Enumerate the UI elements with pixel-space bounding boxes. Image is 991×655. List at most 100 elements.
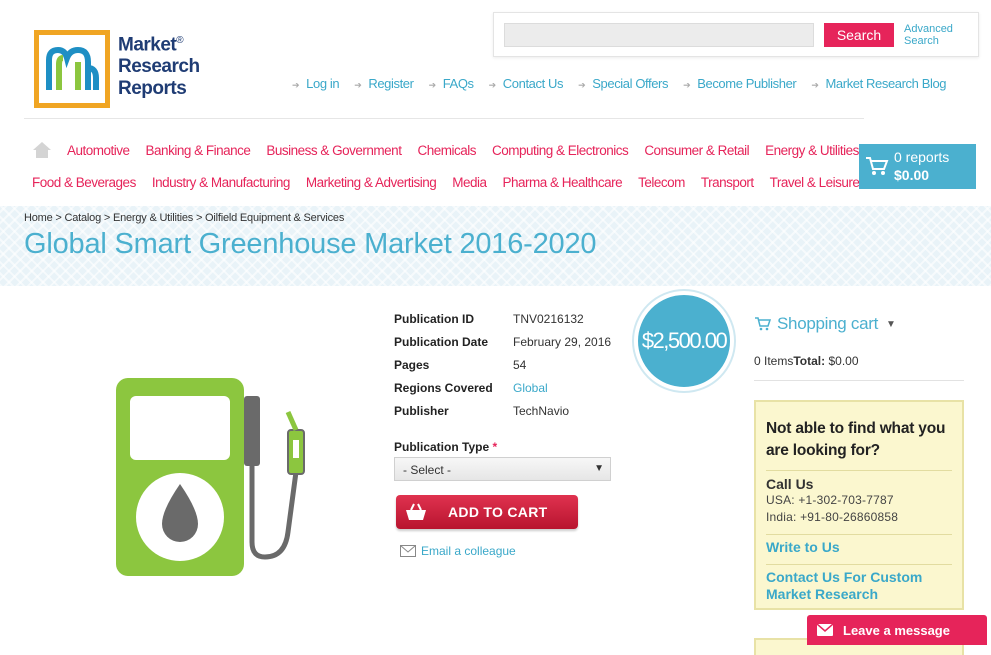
top-links: ➔ Log in ➔ Register ➔ FAQs ➔ Contact Us ➔ Spe… — [292, 76, 961, 91]
cart-total-value: $0.00 — [828, 354, 859, 368]
add-to-cart-button[interactable]: ADD TO CART — [396, 495, 578, 529]
help-question: Not able to find what you are looking fo… — [766, 420, 946, 459]
detail-value: TechNavio — [513, 404, 570, 418]
write-to-us-link[interactable]: Write to Us — [766, 539, 952, 556]
arrow-icon: ➔ — [488, 80, 497, 90]
top-link-label: Log in — [306, 76, 340, 91]
help-divider — [766, 470, 952, 471]
category-marketing-advertising[interactable]: Marketing & Advertising — [306, 175, 437, 190]
help-divider — [766, 564, 952, 565]
detail-label: Pages — [394, 358, 430, 372]
required-mark: * — [492, 440, 498, 454]
detail-row-publisher: Publisher TechNavio — [394, 404, 611, 427]
detail-value: TNV0216132 — [513, 312, 584, 326]
cart-items-count: 0 Items — [754, 354, 794, 368]
category-transport[interactable]: Transport — [701, 175, 754, 190]
top-link-blog[interactable]: ➔ Market Research Blog — [811, 76, 946, 91]
category-travel-leisure[interactable]: Travel & Leisure — [770, 175, 860, 190]
publication-type-select[interactable]: - Select - ▼ — [394, 457, 611, 481]
fuel-pump-icon — [110, 372, 325, 582]
publication-type-text: Publication Type — [394, 440, 490, 454]
home-icon[interactable] — [32, 141, 52, 159]
custom-research-link[interactable]: Contact Us For Custom Market Research — [766, 569, 952, 603]
detail-label: Publication ID — [394, 312, 475, 326]
top-link-label: Special Offers — [592, 76, 669, 91]
breadcrumb-separator: > — [193, 212, 206, 224]
basket-icon — [396, 495, 436, 529]
category-energy-utilities[interactable]: Energy & Utilities — [765, 143, 859, 158]
detail-row-date: Publication Date February 29, 2016 — [394, 335, 611, 358]
chevron-down-icon: ▼ — [886, 318, 896, 330]
envelope-icon — [807, 624, 843, 636]
category-business-government[interactable]: Business & Government — [266, 143, 402, 158]
breadcrumb-energy[interactable]: Energy & Utilities — [113, 212, 193, 224]
call-us-heading: Call Us — [766, 476, 814, 492]
category-pharma-healthcare[interactable]: Pharma & Healthcare — [503, 175, 623, 190]
site-logo[interactable]: Market® Research Reports — [34, 30, 200, 108]
advanced-search-line2: Search — [904, 35, 939, 47]
sidebar-divider — [754, 380, 964, 381]
phone-india: India: +91-80-26860858 — [766, 510, 899, 524]
category-food-beverages[interactable]: Food & Beverages — [32, 175, 136, 190]
breadcrumb-oilfield[interactable]: Oilfield Equipment & Services — [205, 212, 344, 224]
region-link[interactable]: Global — [513, 381, 548, 404]
logo-text: Market® Research Reports — [118, 30, 200, 100]
breadcrumb-home[interactable]: Home — [24, 212, 53, 224]
logo-line-research: Research — [118, 56, 200, 78]
search-bar: Search Advanced Search — [493, 12, 979, 57]
detail-value: 54 — [513, 358, 527, 372]
top-link-become-publisher[interactable]: ➔ Become Publisher — [683, 76, 797, 91]
category-chemicals[interactable]: Chemicals — [417, 143, 476, 158]
add-to-cart-label: ADD TO CART — [448, 504, 548, 520]
category-computing-electronics[interactable]: Computing & Electronics — [492, 143, 629, 158]
top-link-login[interactable]: ➔ Log in — [292, 76, 340, 91]
detail-row-id: Publication ID TNV0216132 — [394, 312, 611, 335]
caret-down-icon: ▼ — [594, 463, 604, 474]
leave-message-label: Leave a message — [843, 622, 950, 638]
leave-message-button[interactable]: Leave a message — [807, 615, 987, 645]
top-link-label: Market Research Blog — [825, 76, 947, 91]
category-nav-row2: Food & Beverages Industry & Manufacturin… — [32, 175, 875, 190]
category-automotive[interactable]: Automotive — [67, 143, 130, 158]
detail-row-regions: Regions Covered Global — [394, 381, 611, 404]
top-link-special-offers[interactable]: ➔ Special Offers — [578, 76, 668, 91]
top-link-register[interactable]: ➔ Register — [354, 76, 414, 91]
title-banner: Home > Catalog > Energy & Utilities > Oi… — [0, 206, 991, 286]
detail-value: February 29, 2016 — [513, 335, 612, 349]
shopping-cart-toggle[interactable]: Shopping cart ▼ — [754, 314, 896, 334]
category-banking-finance[interactable]: Banking & Finance — [146, 143, 251, 158]
top-link-label: Register — [368, 76, 414, 91]
header-cart-count: 0 reports — [894, 149, 950, 165]
help-box: Not able to find what you are looking fo… — [754, 400, 964, 610]
header-cart-button[interactable]: 0 reports $0.00 — [859, 144, 976, 189]
breadcrumb-catalog[interactable]: Catalog — [64, 212, 101, 224]
top-link-contact[interactable]: ➔ Contact Us — [488, 76, 564, 91]
cart-total-label: Total: — [793, 354, 826, 368]
shopping-cart-title: Shopping cart — [777, 314, 879, 333]
price-badge: $2,500.00 — [634, 291, 734, 391]
publication-details: Publication ID TNV0216132 Publication Dat… — [394, 312, 611, 427]
search-input[interactable] — [504, 23, 814, 47]
breadcrumb: Home > Catalog > Energy & Utilities > Oi… — [24, 212, 344, 224]
category-telecom[interactable]: Telecom — [638, 175, 685, 190]
cart-icon — [755, 317, 772, 331]
top-link-label: Become Publisher — [697, 76, 797, 91]
arrow-icon: ➔ — [292, 80, 300, 90]
category-industry-manufacturing[interactable]: Industry & Manufacturing — [152, 175, 291, 190]
advanced-search-link[interactable]: Advanced Search — [904, 23, 953, 47]
top-link-faqs[interactable]: ➔ FAQs — [429, 76, 474, 91]
search-button[interactable]: Search — [824, 23, 894, 47]
detail-label: Regions Covered — [394, 381, 493, 395]
advanced-search-line1: Advanced — [904, 23, 953, 35]
email-colleague-label: Email a colleague — [421, 544, 516, 558]
category-consumer-retail[interactable]: Consumer & Retail — [644, 143, 749, 158]
arrow-icon: ➔ — [811, 80, 819, 90]
arrow-icon: ➔ — [683, 80, 691, 90]
detail-label: Publisher — [394, 404, 449, 418]
category-media[interactable]: Media — [452, 175, 487, 190]
arrow-icon: ➔ — [428, 80, 437, 90]
logo-line-market: Market — [118, 34, 177, 56]
select-value: - Select - — [403, 463, 452, 477]
cart-icon — [865, 156, 889, 176]
email-colleague-link[interactable]: Email a colleague — [400, 544, 516, 558]
